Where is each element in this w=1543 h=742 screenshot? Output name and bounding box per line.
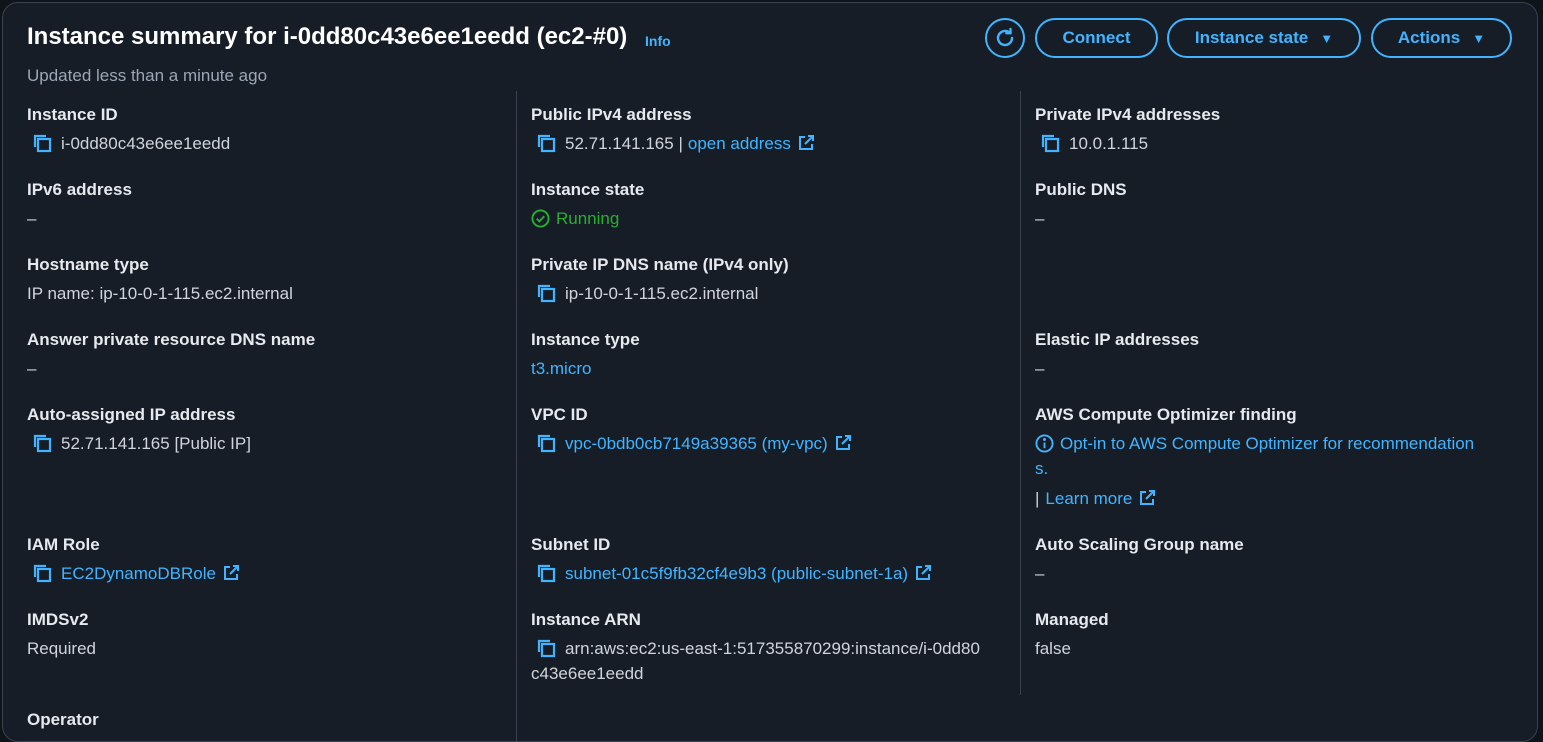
arn-line-1: arn:aws:ec2:us-east-1:517355870299:insta… xyxy=(565,639,980,658)
field-label: Private IP DNS name (IPv4 only) xyxy=(531,255,789,274)
field-auto-assigned-ip: Auto-assigned IP address 52.71.141.165 [… xyxy=(27,405,251,456)
column-divider xyxy=(1020,91,1021,695)
copy-icon[interactable] xyxy=(31,132,53,154)
field-asg-name: Auto Scaling Group name – xyxy=(1035,535,1244,586)
field-label: IPv6 address xyxy=(27,180,132,199)
field-value: Required xyxy=(27,639,96,658)
field-label: AWS Compute Optimizer finding xyxy=(1035,405,1297,424)
field-value: – xyxy=(1035,564,1045,583)
field-label: Auto Scaling Group name xyxy=(1035,535,1244,554)
open-address-link[interactable]: open address xyxy=(688,131,791,156)
actions-button[interactable]: Actions ▼ xyxy=(1371,18,1512,58)
field-value: false xyxy=(1035,639,1071,658)
field-label: Private IPv4 addresses xyxy=(1035,105,1221,124)
field-public-dns: Public DNS – xyxy=(1035,180,1127,231)
field-answer-dns: Answer private resource DNS name – xyxy=(27,330,315,381)
field-compute-optimizer: AWS Compute Optimizer finding Opt-in to … xyxy=(1035,405,1474,511)
field-label: IMDSv2 xyxy=(27,610,89,629)
field-label: Auto-assigned IP address xyxy=(27,405,236,424)
field-value: 52.71.141.165 [Public IP] xyxy=(61,434,251,453)
copy-icon[interactable] xyxy=(535,132,557,154)
field-value: ip-10-0-1-115.ec2.internal xyxy=(565,284,759,303)
field-label: IAM Role xyxy=(27,535,100,554)
field-managed: Managed false xyxy=(1035,610,1109,661)
column-divider xyxy=(516,91,517,741)
field-value: 10.0.1.115 xyxy=(1069,134,1149,153)
field-label: Instance type xyxy=(531,330,640,349)
field-instance-type: Instance type t3.micro xyxy=(531,330,640,381)
field-label: Instance ID xyxy=(27,105,118,124)
field-label: Instance ARN xyxy=(531,610,641,629)
iam-role-link[interactable]: EC2DynamoDBRole xyxy=(61,561,216,586)
check-circle-icon xyxy=(531,209,550,228)
learn-more-link[interactable]: Learn more xyxy=(1045,486,1132,511)
info-circle-icon xyxy=(1035,434,1054,453)
field-label: Answer private resource DNS name xyxy=(27,330,316,349)
info-link[interactable]: Info xyxy=(645,33,671,49)
external-link-icon xyxy=(798,135,814,150)
field-value: IP name: ip-10-0-1-115.ec2.internal xyxy=(27,284,293,303)
field-label: Public IPv4 address xyxy=(531,105,692,124)
copy-icon[interactable] xyxy=(535,282,557,304)
external-link-icon xyxy=(1140,490,1156,505)
field-private-dns: Private IP DNS name (IPv4 only) ip-10-0-… xyxy=(531,255,789,306)
instance-summary-panel: Instance summary for i-0dd80c43e6ee1eedd… xyxy=(2,2,1538,742)
subnet-link[interactable]: subnet-01c5f9fb32cf4e9b3 (public-subnet-… xyxy=(565,561,908,586)
field-imdsv2: IMDSv2 Required xyxy=(27,610,96,661)
refresh-button[interactable] xyxy=(985,18,1025,58)
page-title: Instance summary for i-0dd80c43e6ee1eedd… xyxy=(27,23,628,50)
copy-icon[interactable] xyxy=(31,562,53,584)
field-label: Hostname type xyxy=(27,255,149,274)
updated-status: Updated less than a minute ago xyxy=(27,66,268,85)
status-running: Running xyxy=(556,209,620,228)
connect-label: Connect xyxy=(1062,28,1131,47)
caret-down-icon: ▼ xyxy=(1320,30,1334,46)
separator: | xyxy=(1035,489,1040,508)
field-value: – xyxy=(1035,209,1045,228)
field-value: 52.71.141.165 | xyxy=(565,134,683,153)
field-subnet-id: Subnet ID subnet-01c5f9fb32cf4e9b3 (publ… xyxy=(531,535,932,586)
field-vpc-id: VPC ID vpc-0bdb0cb7149a39365 (my-vpc) xyxy=(531,405,852,456)
field-iam-role: IAM Role EC2DynamoDBRole xyxy=(27,535,240,586)
copy-icon[interactable] xyxy=(1039,132,1061,154)
caret-down-icon: ▼ xyxy=(1472,30,1486,46)
arn-line-2: c43e6ee1eedd xyxy=(531,664,644,683)
field-hostname-type: Hostname type IP name: ip-10-0-1-115.ec2… xyxy=(27,255,293,306)
field-value: – xyxy=(27,359,37,378)
field-label: VPC ID xyxy=(531,405,588,424)
external-link-icon xyxy=(916,565,932,580)
copy-icon[interactable] xyxy=(535,637,557,659)
field-label: Public DNS xyxy=(1035,180,1127,199)
actions-label: Actions xyxy=(1397,28,1461,47)
field-label: Instance state xyxy=(531,180,645,199)
field-operator: Operator xyxy=(27,710,99,730)
copy-icon[interactable] xyxy=(535,562,557,584)
field-instance-id: Instance ID i-0dd80c43e6ee1eedd xyxy=(27,105,230,156)
field-instance-state: Instance state Running xyxy=(531,180,644,231)
optimizer-opt-in-link-cont[interactable]: s. xyxy=(1035,456,1048,481)
instance-type-link[interactable]: t3.micro xyxy=(531,356,591,381)
instance-state-label: Instance state xyxy=(1194,28,1309,47)
field-label: Elastic IP addresses xyxy=(1035,330,1200,349)
field-elastic-ip: Elastic IP addresses – xyxy=(1035,330,1199,381)
instance-state-button[interactable]: Instance state ▼ xyxy=(1167,18,1361,58)
external-link-icon xyxy=(223,565,239,580)
field-public-ipv4: Public IPv4 address 52.71.141.165 | open… xyxy=(531,105,815,156)
field-ipv6: IPv6 address – xyxy=(27,180,132,231)
copy-icon[interactable] xyxy=(31,432,53,454)
field-label: Operator xyxy=(27,710,99,729)
field-label: Subnet ID xyxy=(531,535,611,554)
field-label: Managed xyxy=(1035,610,1109,629)
field-value: – xyxy=(1035,359,1045,378)
field-private-ipv4: Private IPv4 addresses 10.0.1.115 xyxy=(1035,105,1220,156)
connect-button[interactable]: Connect xyxy=(1035,18,1158,58)
field-instance-arn: Instance ARN arn:aws:ec2:us-east-1:51735… xyxy=(531,610,980,686)
vpc-link[interactable]: vpc-0bdb0cb7149a39365 (my-vpc) xyxy=(565,431,828,456)
field-value: i-0dd80c43e6ee1eedd xyxy=(61,134,231,153)
external-link-icon xyxy=(835,435,851,450)
field-value: – xyxy=(27,209,37,228)
refresh-icon xyxy=(996,27,1014,47)
copy-icon[interactable] xyxy=(535,432,557,454)
optimizer-opt-in-link[interactable]: Opt-in to AWS Compute Optimizer for reco… xyxy=(1060,431,1474,456)
